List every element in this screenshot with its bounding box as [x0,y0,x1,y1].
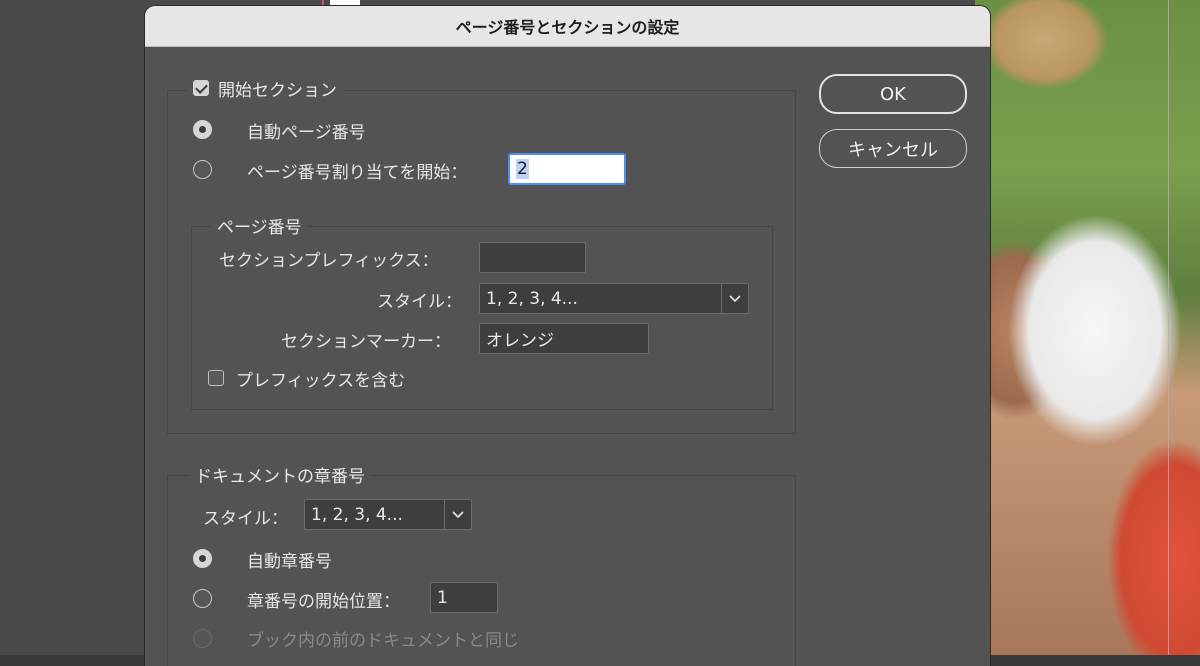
start-section-header: 開始セクション [187,76,343,101]
dialog-title: ページ番号とセクションの設定 [455,18,680,37]
chapter-numbering-title: ドキュメントの章番号 [189,462,371,487]
page-style-value: 1, 2, 3, 4... [486,288,578,309]
section-prefix-input[interactable] [479,242,586,273]
cancel-button-label: キャンセル [848,139,938,161]
include-prefix-checkbox[interactable] [208,370,224,386]
auto-page-number-label: 自動ページ番号 [247,123,366,143]
start-section-checkbox[interactable] [193,80,209,96]
dialog-titlebar: ページ番号とセクションの設定 [145,6,990,47]
page-style-select[interactable]: 1, 2, 3, 4... [479,283,749,314]
section-prefix-label: セクションプレフィックス： [219,251,439,271]
start-page-number-label: ページ番号割り当てを開始： [247,163,468,183]
section-marker-label: セクションマーカー： [281,332,451,352]
auto-chapter-number-label: 自動章番号 [247,552,332,572]
start-page-number-input[interactable]: 2 [508,153,626,185]
chevron-down-icon [444,500,471,529]
start-chapter-number-label: 章番号の開始位置： [247,592,400,612]
ok-button[interactable]: OK [819,74,967,114]
chapter-style-select[interactable]: 1, 2, 3, 4... [304,499,472,530]
chapter-style-label: スタイル： [203,509,288,529]
page-style-label: スタイル： [377,292,462,312]
cancel-button[interactable]: キャンセル [819,129,967,168]
section-marker-input[interactable]: オレンジ [479,323,649,354]
include-prefix-label: プレフィックスを含む [236,371,406,391]
chapter-style-value: 1, 2, 3, 4... [311,504,403,525]
same-as-previous-label: ブック内の前のドキュメントと同じ [247,631,519,651]
start-chapter-number-value: 1 [437,587,448,608]
same-as-previous-radio[interactable] [193,629,212,648]
start-chapter-number-radio[interactable] [193,589,212,608]
page-numbering-title: ページ番号 [211,213,308,238]
start-page-number-radio[interactable] [193,160,212,179]
margin-guide [1168,0,1169,655]
start-chapter-number-input[interactable]: 1 [430,582,498,613]
start-page-number-value: 2 [516,159,529,179]
start-section-label: 開始セクション [218,80,337,101]
auto-page-number-radio[interactable] [193,120,212,139]
placed-photo [975,0,1200,655]
section-marker-value: オレンジ [486,331,554,351]
page-numbering-dialog: ページ番号とセクションの設定 OK キャンセル 開始セクション 自動ページ番号 … [145,6,990,666]
auto-chapter-number-radio[interactable] [193,549,212,568]
chevron-down-icon [721,284,748,313]
ok-button-label: OK [880,83,906,105]
